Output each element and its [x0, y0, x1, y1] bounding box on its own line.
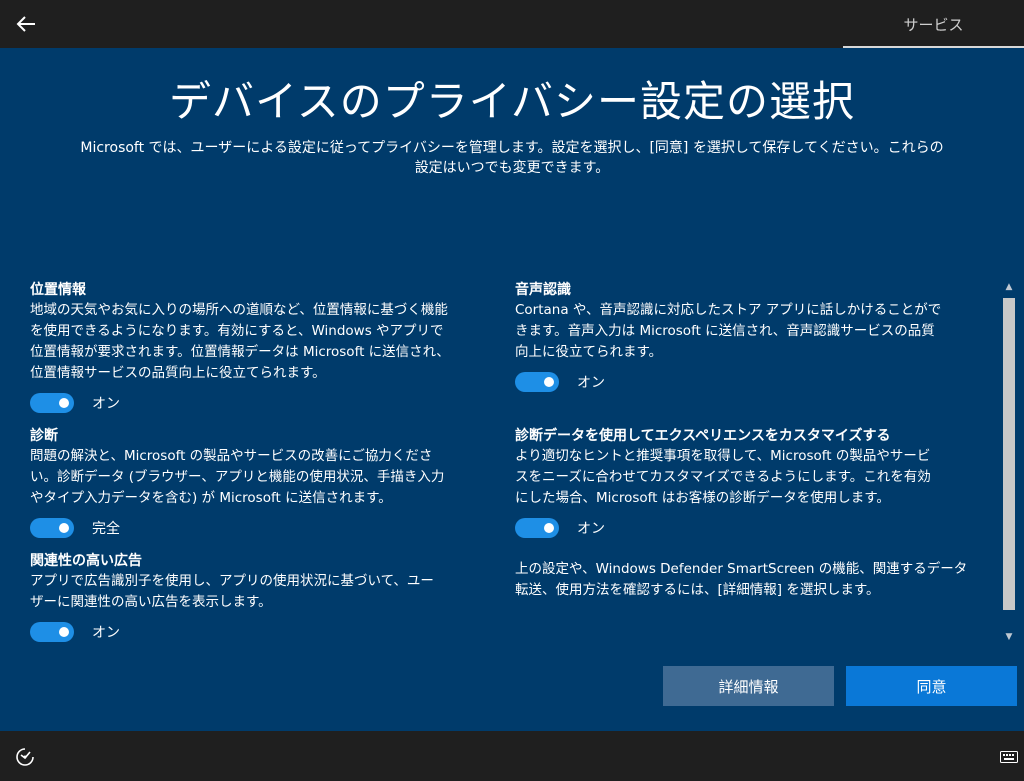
subtitle-line-1: Microsoft では、ユーザーによる設定に従ってプライバシーを管理します。設…	[80, 140, 944, 156]
diagnostics-desc-2: い。診断データ (ブラウザー、アプリと機能の使用状況、手描き入力	[30, 469, 445, 485]
tailored-title: 診断データを使用してエクスペリエンスをカスタマイズする	[515, 428, 891, 444]
diagnostics-desc-1: 問題の解決と、Microsoft の製品やサービスの改善にご協力くださ	[30, 448, 433, 464]
tailored-toggle-label: オン	[577, 521, 605, 537]
tailored-desc-3: にした場合、Microsoft はお客様の診断データを使用します。	[515, 490, 890, 506]
location-desc-3: 位置情報が要求されます。位置情報データは Microsoft に送信され、	[30, 344, 450, 360]
tailored-desc-2: スをニーズに合わせてカスタマイズできるようにします。これを有効	[515, 469, 931, 485]
location-toggle-label: オン	[92, 396, 120, 412]
back-button[interactable]	[8, 6, 44, 42]
tailored-toggle[interactable]	[515, 518, 559, 538]
back-arrow-icon	[16, 16, 35, 32]
page-title: デバイスのプライバシー設定の選択	[169, 77, 855, 126]
speech-desc-1: Cortana や、音声認識に対応したストア アプリに話しかけることがで	[515, 302, 942, 318]
diagnostics-toggle-label: 完全	[92, 521, 120, 537]
speech-desc-3: 向上に役立てられます。	[515, 344, 663, 360]
location-toggle[interactable]	[30, 393, 74, 413]
toggle-knob	[59, 398, 69, 408]
ads-toggle-label: オン	[92, 625, 120, 641]
page-subtitle: Microsoft では、ユーザーによる設定に従ってプライバシーを管理します。設…	[40, 138, 984, 178]
tailored-toggle-row: オン	[515, 517, 995, 539]
speech-title: 音声認識	[515, 282, 571, 298]
accept-button[interactable]: 同意	[846, 666, 1017, 706]
tailored-desc-1: より適切なヒントと推奨事項を取得して、Microsoft の製品やサービ	[515, 448, 931, 464]
tailored-setting: 診断データを使用してエクスペリエンスをカスタマイズする より適切なヒントと推奨事…	[515, 426, 995, 539]
location-title: 位置情報	[30, 282, 86, 298]
toggle-knob	[544, 523, 554, 533]
settings-right-column: 音声認識 Cortana や、音声認識に対応したストア アプリに話しかけることが…	[515, 280, 995, 601]
diagnostics-toggle-row: 完全	[30, 517, 500, 539]
location-desc-1: 地域の天気やお気に入りの場所への道順など、位置情報に基づく機能	[30, 302, 448, 318]
speech-toggle-label: オン	[577, 375, 605, 391]
ease-of-access-icon[interactable]	[14, 746, 36, 768]
location-desc-4: 位置情報サービスの品質向上に役立てられます。	[30, 365, 326, 381]
diagnostics-title: 診断	[30, 428, 58, 444]
footer-note-2: 転送、使用方法を確認するには、[詳細情報] を選択します。	[515, 582, 880, 598]
ads-toggle[interactable]	[30, 622, 74, 642]
speech-setting: 音声認識 Cortana や、音声認識に対応したストア アプリに話しかけることが…	[515, 280, 995, 393]
speech-desc-2: きます。音声入力は Microsoft に送信され、音声認識サービスの品質	[515, 323, 935, 339]
tab-services[interactable]: サービス	[843, 0, 1024, 48]
diagnostics-setting: 診断 問題の解決と、Microsoft の製品やサービスの改善にご協力くださ い…	[30, 426, 500, 539]
ads-title: 関連性の高い広告	[30, 553, 142, 569]
ads-desc-1: アプリで広告識別子を使用し、アプリの使用状況に基づいて、ユー	[30, 573, 434, 589]
speech-toggle[interactable]	[515, 372, 559, 392]
bottom-bar	[0, 731, 1024, 781]
scroll-up-arrow-icon[interactable]: ▲	[1001, 280, 1017, 294]
scroll-thumb[interactable]	[1003, 298, 1015, 610]
diagnostics-desc-3: やタイプ入力データを含む) が Microsoft に送信されます。	[30, 490, 392, 506]
diagnostics-toggle[interactable]	[30, 518, 74, 538]
learn-more-note: 上の設定や、Windows Defender SmartScreen の機能、関…	[515, 559, 995, 601]
location-desc-2: を使用できるようになります。有効にすると、Windows やアプリで	[30, 323, 444, 339]
speech-toggle-row: オン	[515, 371, 995, 393]
subtitle-line-2: 設定はいつでも変更できます。	[414, 160, 610, 176]
ads-desc-2: ザーに関連性の高い広告を表示します。	[30, 594, 272, 610]
settings-left-column: 位置情報 地域の天気やお気に入りの場所への道順など、位置情報に基づく機能 を使用…	[30, 280, 500, 643]
toggle-knob	[544, 377, 554, 387]
ads-setting: 関連性の高い広告 アプリで広告識別子を使用し、アプリの使用状況に基づいて、ユー …	[30, 551, 500, 643]
location-toggle-row: オン	[30, 392, 500, 414]
scroll-down-arrow-icon[interactable]: ▼	[1001, 630, 1017, 644]
keyboard-icon[interactable]	[1000, 749, 1018, 763]
learn-more-button[interactable]: 詳細情報	[663, 666, 834, 706]
ads-toggle-row: オン	[30, 621, 500, 643]
toggle-knob	[59, 627, 69, 637]
location-setting: 位置情報 地域の天気やお気に入りの場所への道順など、位置情報に基づく機能 を使用…	[30, 280, 500, 414]
toggle-knob	[59, 523, 69, 533]
footer-note-1: 上の設定や、Windows Defender SmartScreen の機能、関…	[515, 561, 968, 577]
settings-scrollbar[interactable]: ▲ ▼	[1001, 280, 1017, 644]
